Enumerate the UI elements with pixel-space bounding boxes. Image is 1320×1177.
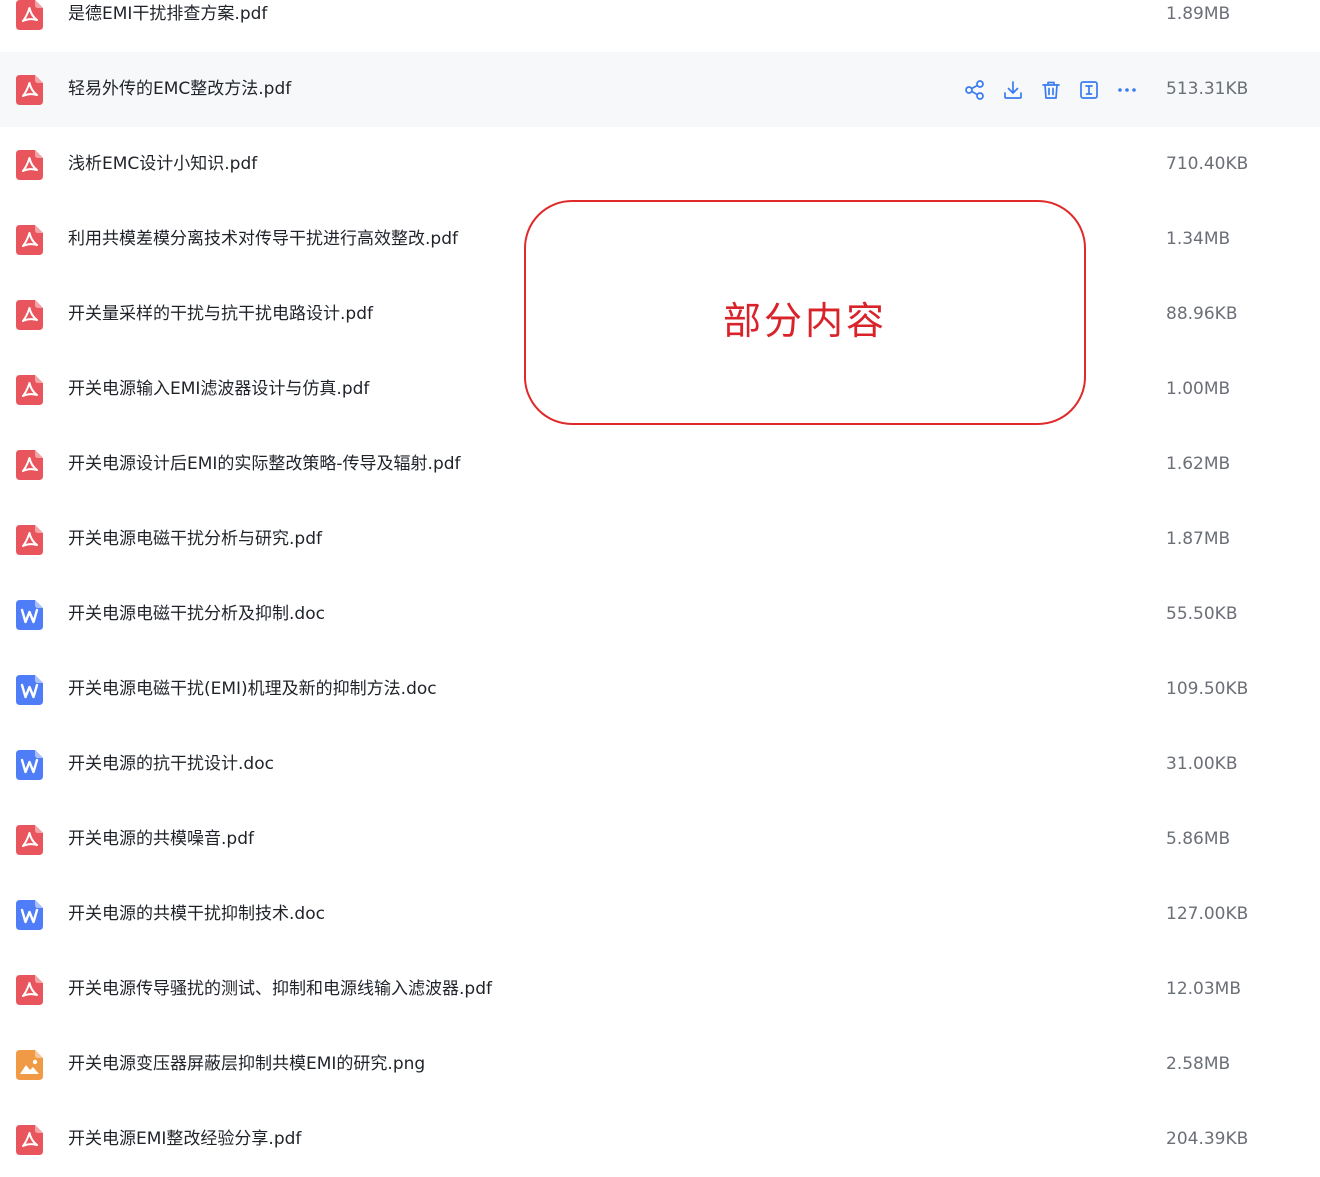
pdf-icon (16, 150, 43, 180)
file-name[interactable]: 开关电源电磁干扰分析与研究.pdf (68, 502, 322, 577)
file-name[interactable]: 开关电源传导骚扰的测试、抑制和电源线输入滤波器.pdf (68, 952, 492, 1027)
file-name[interactable]: 开关电源的共模干扰抑制技术.doc (68, 877, 325, 952)
more-icon[interactable] (1115, 78, 1139, 102)
file-row[interactable]: 开关电源的抗干扰设计.doc 31.00KB (0, 727, 1320, 802)
file-size: 1.87MB (1166, 529, 1231, 549)
file-row[interactable]: 轻易外传的EMC整改方法.pdf 513.31KB (0, 52, 1320, 127)
file-row[interactable]: 开关电源的共模干扰抑制技术.doc 127.00KB (0, 877, 1320, 952)
file-name[interactable]: 开关量采样的干扰与抗干扰电路设计.pdf (68, 277, 373, 352)
file-name[interactable]: 利用共模差模分离技术对传导干扰进行高效整改.pdf (68, 202, 458, 277)
share-icon[interactable] (963, 78, 987, 102)
file-size: 31.00KB (1166, 754, 1238, 774)
file-size: 5.86MB (1166, 829, 1231, 849)
pdf-icon (16, 525, 43, 555)
pdf-icon (16, 975, 43, 1005)
file-name[interactable]: 轻易外传的EMC整改方法.pdf (68, 52, 291, 127)
word-icon (16, 900, 43, 930)
word-icon (16, 750, 43, 780)
file-size: 1.62MB (1166, 454, 1231, 474)
file-size: 513.31KB (1166, 79, 1249, 99)
file-row[interactable]: 开关电源电磁干扰分析及抑制.doc 55.50KB (0, 577, 1320, 652)
file-size: 127.00KB (1166, 904, 1249, 924)
delete-icon[interactable] (1039, 78, 1063, 102)
download-icon[interactable] (1001, 78, 1025, 102)
image-icon (16, 1050, 43, 1080)
pdf-icon (16, 375, 43, 405)
file-row[interactable]: 是德EMI干扰排查方案.pdf 1.89MB (0, 0, 1320, 52)
file-size: 12.03MB (1166, 979, 1241, 999)
watermark-box: 部分内容 (524, 200, 1086, 425)
file-row[interactable]: 开关电源的共模噪音.pdf 5.86MB (0, 802, 1320, 877)
file-row[interactable]: 浅析EMC设计小知识.pdf 710.40KB (0, 127, 1320, 202)
file-list: 是德EMI干扰排查方案.pdf 1.89MB 轻易外传的EMC整改方法.pdf 5… (0, 0, 1320, 1177)
file-name[interactable]: 浅析EMC设计小知识.pdf (68, 127, 257, 202)
file-name[interactable]: 开关电源电磁干扰(EMI)机理及新的抑制方法.doc (68, 652, 437, 727)
pdf-icon (16, 825, 43, 855)
file-size: 710.40KB (1166, 154, 1249, 174)
rename-icon[interactable] (1077, 78, 1101, 102)
pdf-icon (16, 300, 43, 330)
file-row[interactable]: 开关电源传导骚扰的测试、抑制和电源线输入滤波器.pdf 12.03MB (0, 952, 1320, 1027)
file-size: 109.50KB (1166, 679, 1249, 699)
pdf-icon (16, 1125, 43, 1155)
pdf-icon (16, 75, 43, 105)
word-icon (16, 600, 43, 630)
file-name[interactable]: 开关电源变压器屏蔽层抑制共模EMI的研究.png (68, 1027, 425, 1102)
file-name[interactable]: 开关电源设计后EMI的实际整改策略-传导及辐射.pdf (68, 427, 461, 502)
file-size: 1.34MB (1166, 229, 1231, 249)
file-name[interactable]: 开关电源输入EMI滤波器设计与仿真.pdf (68, 352, 369, 427)
file-size: 1.00MB (1166, 379, 1231, 399)
file-size: 1.89MB (1166, 4, 1231, 24)
pdf-icon (16, 0, 43, 30)
file-row[interactable]: 开关电源电磁干扰分析与研究.pdf 1.87MB (0, 502, 1320, 577)
file-name[interactable]: 开关电源的抗干扰设计.doc (68, 727, 274, 802)
file-row[interactable]: 开关电源设计后EMI的实际整改策略-传导及辐射.pdf 1.62MB (0, 427, 1320, 502)
pdf-icon (16, 225, 43, 255)
row-actions (963, 78, 1139, 102)
pdf-icon (16, 450, 43, 480)
file-name[interactable]: 开关电源的共模噪音.pdf (68, 802, 254, 877)
file-name[interactable]: 开关电源电磁干扰分析及抑制.doc (68, 577, 325, 652)
word-icon (16, 675, 43, 705)
file-size: 55.50KB (1166, 604, 1238, 624)
file-name[interactable]: 是德EMI干扰排查方案.pdf (68, 0, 267, 52)
file-row[interactable]: 开关电源电磁干扰(EMI)机理及新的抑制方法.doc 109.50KB (0, 652, 1320, 727)
file-row[interactable]: 开关电源变压器屏蔽层抑制共模EMI的研究.png 2.58MB (0, 1027, 1320, 1102)
file-size: 88.96KB (1166, 304, 1238, 324)
file-size: 2.58MB (1166, 1054, 1231, 1074)
watermark-text: 部分内容 (722, 299, 887, 343)
